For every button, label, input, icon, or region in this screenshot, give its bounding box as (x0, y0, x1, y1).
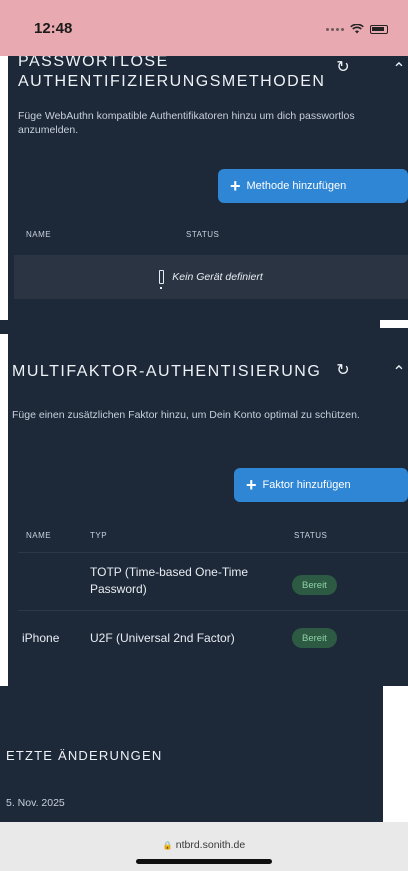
mfa-title: MULTIFAKTOR-AUTHENTISIERUNG (12, 363, 322, 380)
status-time: 12:48 (34, 20, 73, 37)
lock-icon: 🔒 (162, 841, 173, 850)
scroll-indicator (380, 320, 408, 328)
add-method-button[interactable]: + Methode hinzufügen (218, 169, 408, 203)
add-method-label: Methode hinzufügen (246, 180, 347, 192)
chevron-up-icon[interactable]: ⌃ (390, 61, 408, 79)
row-divider (18, 552, 408, 553)
add-factor-button[interactable]: + Faktor hinzufügen (234, 468, 408, 502)
recent-changes-title: ETZTE ÄNDERUNGEN (6, 748, 163, 763)
exclamation-icon (159, 270, 165, 289)
section-gap (0, 320, 408, 334)
column-status: STATUS (294, 531, 328, 540)
recent-changes-panel: ETZTE ÄNDERUNGEN 5. Nov. 2025 (0, 686, 383, 822)
battery-icon (370, 24, 388, 34)
url-display[interactable]: 🔒 ntbrd.sonith.de (0, 839, 408, 851)
recent-changes-date: 5. Nov. 2025 (6, 797, 65, 809)
empty-message: Kein Gerät definiert (172, 271, 263, 283)
row-divider (18, 610, 408, 611)
passwordless-title: PASSWORTLOSE AUTHENTIFIZIERUNGSMETHODEN (18, 56, 326, 90)
factor-type: TOTP (Time-based One-Time Password) (90, 565, 249, 596)
column-type: TYP (90, 531, 108, 540)
plus-icon: + (230, 175, 241, 196)
browser-url-bar[interactable]: 🔒 ntbrd.sonith.de (0, 822, 408, 871)
mfa-description: Füge einen zusätzlichen Faktor hinzu, um… (12, 409, 360, 421)
factor-name: iPhone (22, 631, 60, 645)
wifi-icon (350, 24, 364, 34)
home-indicator[interactable] (136, 859, 272, 864)
column-name: NAME (26, 531, 52, 540)
passwordless-panel: PASSWORTLOSE AUTHENTIFIZIERUNGSMETHODEN … (8, 56, 408, 320)
url-text: ntbrd.sonith.de (175, 839, 246, 851)
plus-icon: + (246, 474, 257, 495)
empty-devices-row: Kein Gerät definiert (14, 255, 408, 299)
column-name: NAME (26, 230, 52, 239)
refresh-icon[interactable]: ↻ (334, 362, 352, 380)
mfa-panel: MULTIFAKTOR-AUTHENTISIERUNG ↻ ⌃ Füge ein… (8, 334, 408, 686)
status-badge: Bereit (292, 575, 337, 595)
status-badge: Bereit (292, 628, 337, 648)
signal-icon (326, 27, 344, 31)
column-status: STATUS (186, 230, 220, 239)
status-icons (326, 24, 388, 34)
chevron-up-icon[interactable]: ⌃ (390, 364, 408, 382)
passwordless-description: Füge WebAuthn kompatible Authentifikator… (18, 110, 355, 136)
add-factor-label: Faktor hinzufügen (262, 479, 351, 491)
refresh-icon[interactable]: ↻ (334, 59, 352, 77)
factor-type: U2F (Universal 2nd Factor) (90, 631, 235, 645)
status-bar: 12:48 (0, 0, 408, 56)
